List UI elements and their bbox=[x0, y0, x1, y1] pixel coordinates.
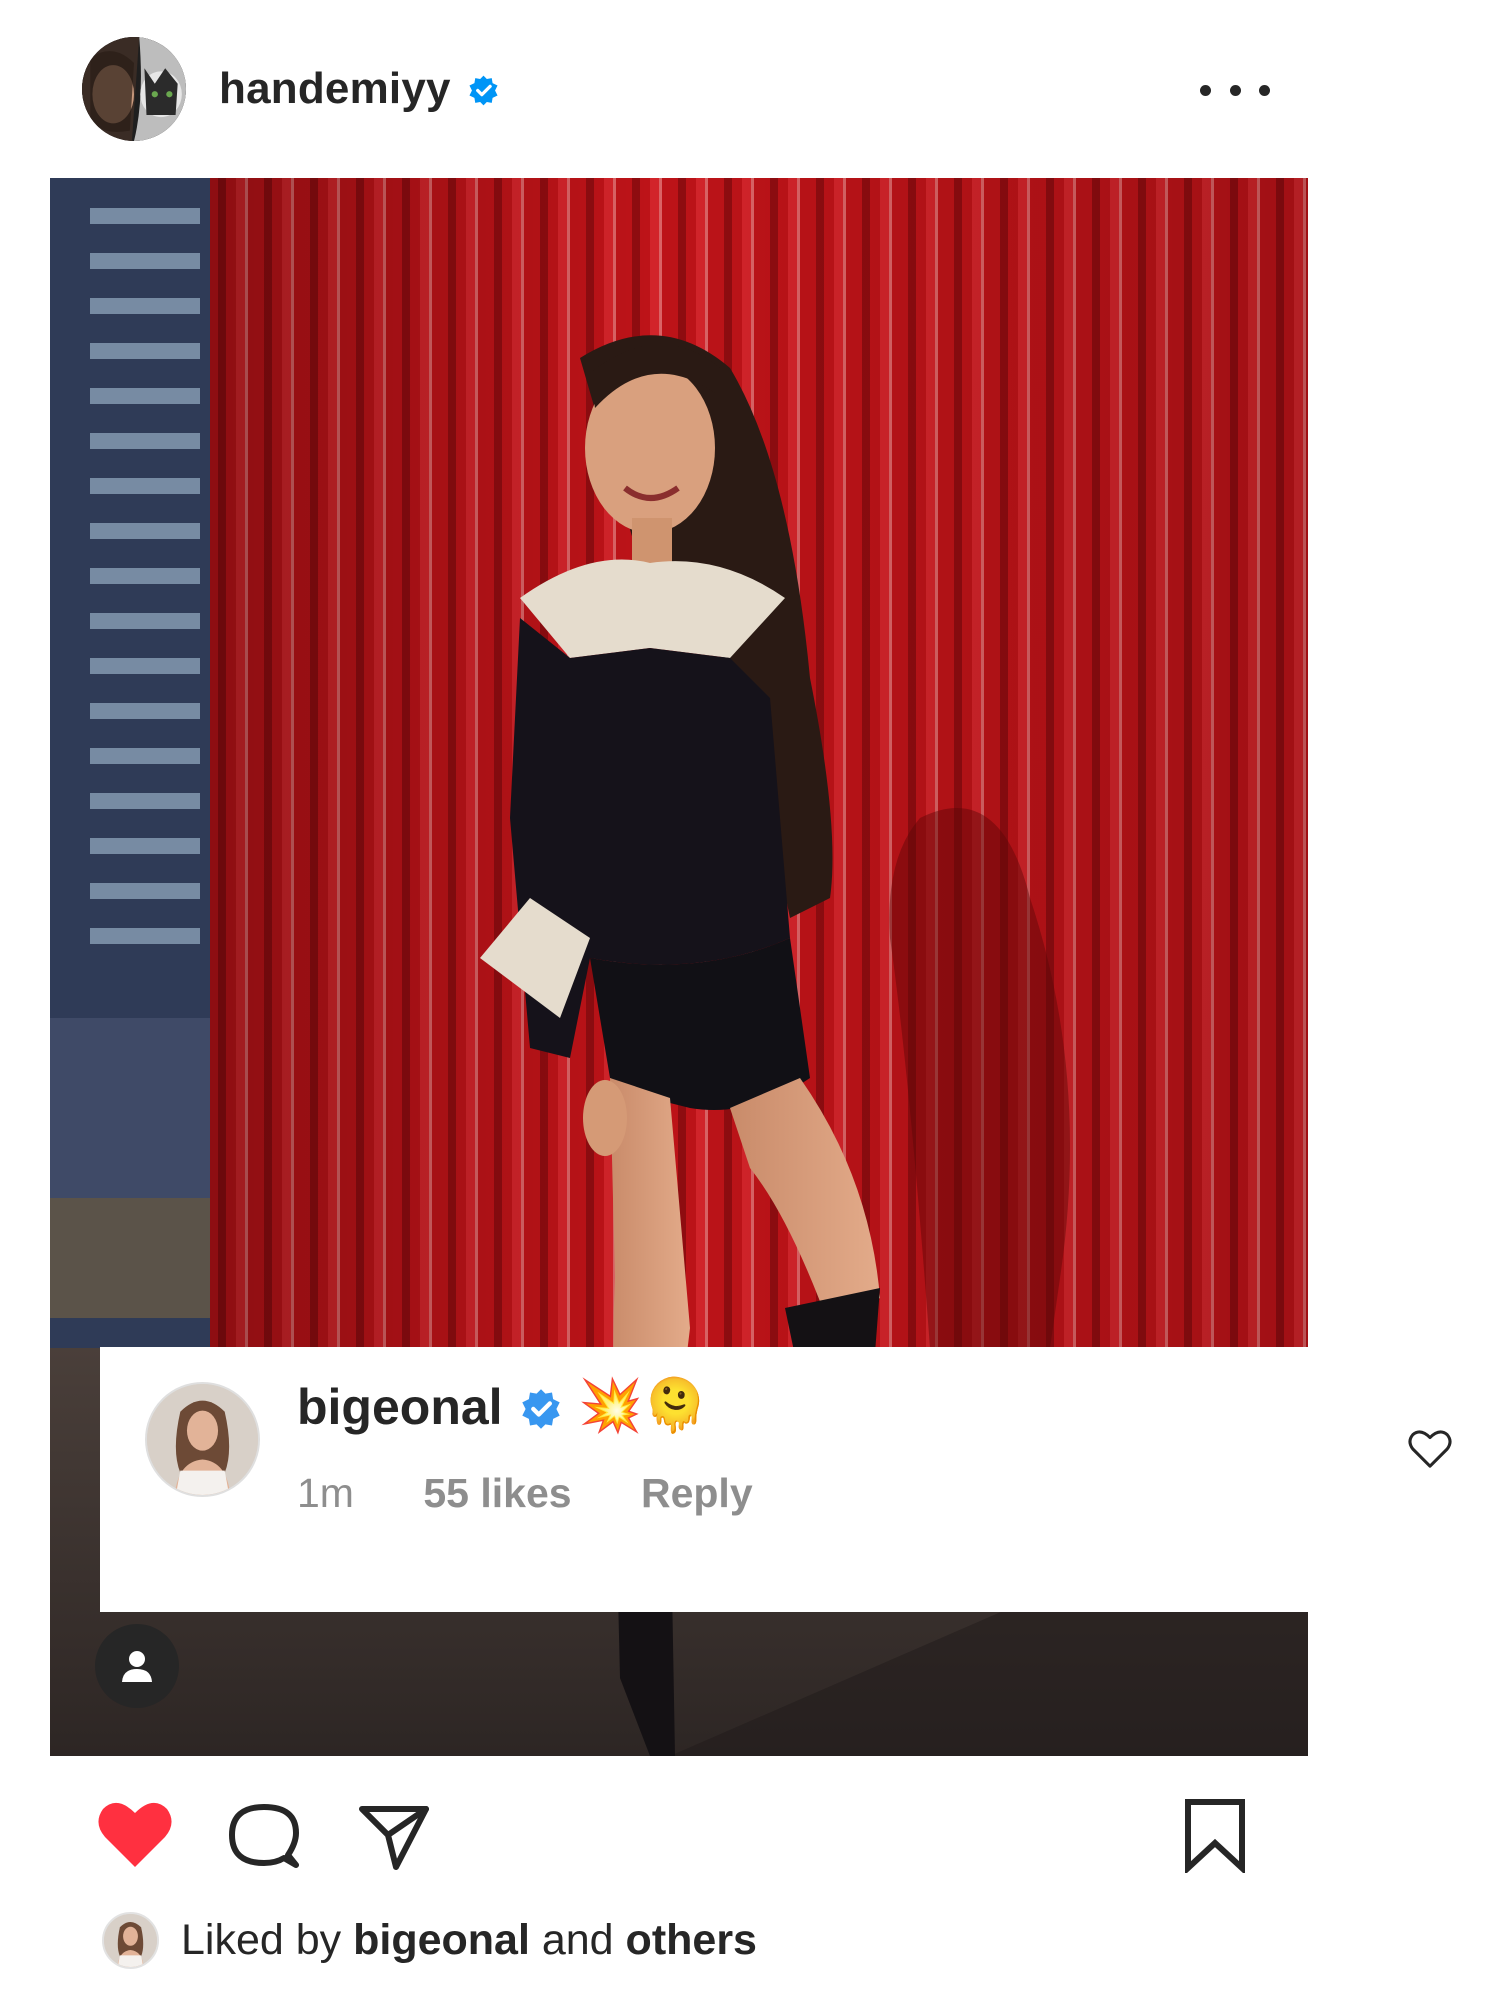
liked-by-text: Liked by bigeonal and others bbox=[181, 1912, 757, 1968]
comment-text: 💥🫠 bbox=[578, 1376, 708, 1436]
more-dot bbox=[1200, 84, 1211, 96]
heart-filled-icon[interactable] bbox=[95, 1795, 175, 1875]
more-dot bbox=[1229, 84, 1241, 96]
post-username[interactable]: handemiyy bbox=[219, 64, 451, 114]
commenter-username[interactable]: bigeonal bbox=[297, 1377, 503, 1437]
comment-likes-count[interactable]: 55 likes bbox=[423, 1469, 571, 1517]
post-header: handemiyy bbox=[0, 0, 1497, 175]
reply-button[interactable]: Reply bbox=[641, 1469, 753, 1517]
profile-avatar[interactable] bbox=[82, 37, 186, 141]
avatar-image bbox=[82, 37, 186, 141]
commenter-avatar[interactable] bbox=[145, 1382, 260, 1497]
comment-timestamp: 1m bbox=[297, 1470, 354, 1516]
heart-outline-icon[interactable] bbox=[1407, 1428, 1453, 1470]
comment-card: bigeonal 💥🫠 1m 55 likes Reply bbox=[100, 1347, 1308, 1612]
liked-by-connector: and bbox=[529, 1916, 626, 1964]
comment-meta: 1m 55 likes Reply bbox=[297, 1469, 753, 1517]
liked-by-others[interactable]: others bbox=[626, 1916, 757, 1964]
verified-badge-icon bbox=[522, 1389, 560, 1429]
liker-avatar-image bbox=[104, 1913, 157, 1967]
verified-badge-icon bbox=[469, 75, 498, 106]
bookmark-icon[interactable] bbox=[1180, 1797, 1250, 1873]
comment-bubble-icon[interactable] bbox=[224, 1795, 304, 1875]
liked-by-row[interactable]: Liked by bigeonal and others bbox=[102, 1910, 757, 1970]
commenter-avatar-image bbox=[147, 1384, 258, 1495]
liked-by-prefix: Liked by bbox=[181, 1916, 354, 1964]
paper-plane-icon[interactable] bbox=[354, 1795, 434, 1875]
post-action-bar bbox=[0, 1785, 1497, 1895]
person-tag-icon bbox=[122, 1651, 152, 1682]
liked-by-user[interactable]: bigeonal bbox=[353, 1916, 530, 1964]
tagged-people-button[interactable] bbox=[95, 1624, 179, 1708]
liker-avatar bbox=[102, 1911, 159, 1969]
more-dot bbox=[1259, 84, 1270, 96]
more-options-button[interactable] bbox=[1200, 70, 1270, 110]
